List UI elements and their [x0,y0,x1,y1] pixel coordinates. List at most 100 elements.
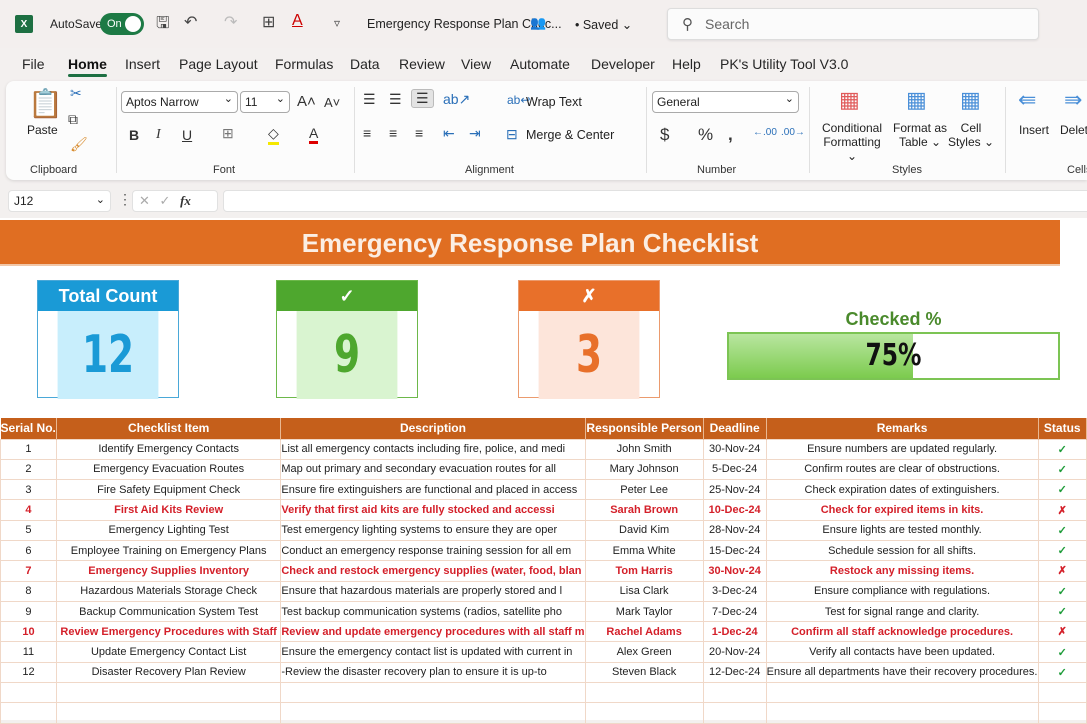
cut-icon[interactable]: ✂ [70,85,82,102]
delete-button[interactable]: Delete [1060,123,1087,137]
column-header[interactable]: Status [1038,418,1087,439]
remarks-cell[interactable]: Check for expired items in kits. [765,499,1039,521]
responsible-person-cell[interactable]: Tom Harris [584,560,704,582]
serial-cell[interactable]: 8 [0,580,57,602]
align-middle-icon[interactable]: ☰ [389,91,402,108]
tab-page-layout[interactable]: Page Layout [179,56,258,72]
column-header[interactable]: Responsible Person [585,418,704,439]
empty-cell[interactable] [1037,682,1087,704]
column-header[interactable]: Checklist Item [56,418,282,439]
serial-cell[interactable]: 9 [0,600,57,623]
customize-qat-icon[interactable]: ▿ [334,16,340,30]
serial-cell[interactable]: 4 [0,499,57,521]
insert-button[interactable]: Insert [1019,123,1049,137]
align-left-icon[interactable]: ≡ [363,125,371,141]
description-cell[interactable]: Map out primary and secondary evacuation… [280,458,586,481]
description-cell[interactable]: Review the disaster recovery plan to ens… [280,661,586,684]
serial-cell[interactable]: 3 [0,479,57,501]
undo-icon[interactable]: ↶ [184,12,197,32]
status-cell[interactable]: ✓ [1037,438,1087,460]
italic-button[interactable]: I [156,127,161,143]
serial-cell[interactable]: 5 [0,519,57,541]
empty-cell[interactable] [584,682,704,704]
status-cell[interactable]: ✗ [1037,560,1087,582]
format-painter-icon[interactable]: 🖌 [70,136,88,153]
empty-cell[interactable] [702,682,767,704]
empty-cell[interactable] [702,702,767,724]
underline-button[interactable]: U [182,127,192,143]
align-right-icon[interactable]: ≡ [415,125,423,141]
responsible-person-cell[interactable]: Mary Johnson [584,458,704,481]
name-box[interactable]: J12 ⌄ [8,190,111,212]
status-cell[interactable]: ✓ [1037,661,1087,684]
percent-icon[interactable]: % [698,125,713,145]
tab-file[interactable]: File [22,56,45,72]
empty-cell[interactable] [765,702,1039,724]
empty-cell[interactable] [0,682,57,704]
deadline-cell[interactable]: 30-Nov-24 [702,560,767,582]
serial-cell[interactable]: 12 [0,661,57,684]
increase-font-icon[interactable]: A˄ [297,93,316,110]
remarks-cell[interactable]: Ensure lights are tested monthly. [765,519,1039,541]
responsible-person-cell[interactable]: David Kim [584,519,704,541]
conditional-formatting-button[interactable]: Conditional Formatting ⌄ [820,121,884,163]
responsible-person-cell[interactable]: Emma White [584,539,704,562]
remarks-cell[interactable]: Confirm all staff acknowledge procedures… [765,621,1039,643]
delete-cells-icon[interactable]: ⇛ [1064,87,1082,113]
format-as-table-button[interactable]: Format as Table ⌄ [888,121,952,149]
insert-cells-icon[interactable]: ⇚ [1018,87,1036,113]
deadline-cell[interactable]: 30-Nov-24 [702,438,767,460]
checklist-item-cell[interactable]: Emergency Lighting Test [55,519,282,541]
paste-button[interactable]: Paste [27,123,58,137]
borders-icon[interactable]: ⊞ [262,12,275,32]
more-icon[interactable]: ⋮ [118,191,132,208]
checklist-item-cell[interactable]: Review Emergency Procedures with Staff [55,621,282,643]
font-color-icon[interactable]: A [292,12,303,30]
decrease-indent-icon[interactable]: ⇤ [443,125,455,142]
tab-insert[interactable]: Insert [125,56,160,72]
remarks-cell[interactable]: Test for signal range and clarity. [765,600,1039,623]
serial-cell[interactable]: 2 [0,458,57,481]
description-cell[interactable]: Conduct an emergency response training s… [280,539,586,562]
tab-automate[interactable]: Automate [510,56,570,72]
search-box[interactable]: ⚲ Search [667,8,1039,40]
description-cell[interactable]: List all emergency contacts including fi… [280,438,586,460]
fill-color-icon[interactable]: ◇ [268,125,279,145]
borders-icon[interactable]: ⊞ [222,125,234,142]
deadline-cell[interactable]: 20-Nov-24 [702,641,767,663]
responsible-person-cell[interactable]: Mark Taylor [584,600,704,623]
deadline-cell[interactable]: 10-Dec-24 [702,499,767,521]
checklist-item-cell[interactable]: Emergency Supplies Inventory [55,560,282,582]
font-size-dropdown[interactable]: 11 [240,91,290,113]
status-cell[interactable]: ✓ [1037,458,1087,481]
responsible-person-cell[interactable]: Steven Black [584,661,704,684]
deadline-cell[interactable]: 7-Dec-24 [702,600,767,623]
saved-status[interactable]: • Saved ⌄ [575,17,632,32]
formula-input[interactable] [223,190,1087,212]
remarks-cell[interactable]: Verify all contacts have been updated. [765,641,1039,663]
serial-cell[interactable]: 7 [0,560,57,582]
empty-cell[interactable] [765,682,1039,704]
tab-home[interactable]: Home [68,56,107,77]
responsible-person-cell[interactable]: Lisa Clark [584,580,704,602]
remarks-cell[interactable]: Confirm routes are clear of obstructions… [765,458,1039,481]
cell-styles-icon[interactable]: ▦ [960,87,981,113]
description-cell[interactable]: Review and update emergency procedures w… [280,621,586,643]
description-cell[interactable]: Ensure fire extinguishers are functional… [280,479,586,501]
responsible-person-cell[interactable]: John Smith [584,438,704,460]
column-header[interactable]: Serial No. [0,418,57,439]
save-icon[interactable]: 🖫 [156,12,170,39]
empty-cell[interactable] [280,682,586,704]
checklist-item-cell[interactable]: Update Emergency Contact List [55,641,282,663]
empty-cell[interactable] [0,702,57,724]
tab-help[interactable]: Help [672,56,701,72]
format-as-table-icon[interactable]: ▦ [906,87,927,113]
tab-data[interactable]: Data [350,56,380,72]
serial-cell[interactable]: 1 [0,438,57,460]
status-cell[interactable]: ✗ [1037,621,1087,643]
checklist-item-cell[interactable]: Hazardous Materials Storage Check [55,580,282,602]
deadline-cell[interactable]: 5-Dec-24 [702,458,767,481]
remarks-cell[interactable]: Check expiration dates of extinguishers. [765,479,1039,501]
remarks-cell[interactable]: Schedule session for all shifts. [765,539,1039,562]
deadline-cell[interactable]: 12-Dec-24 [702,661,767,684]
